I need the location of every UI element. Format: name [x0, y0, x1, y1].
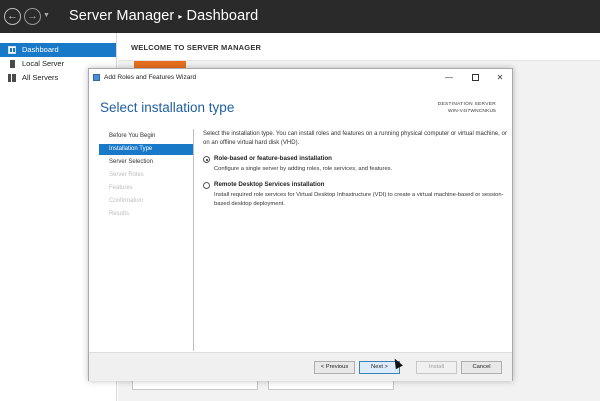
option-description: Install required role services for Virtu…: [214, 192, 504, 207]
wizard-heading: Select installation type: [100, 100, 235, 115]
history-dropdown-icon[interactable]: ▼: [43, 12, 50, 19]
breadcrumb-separator: ▸: [178, 12, 183, 21]
option-label[interactable]: Role-based or feature-based installation: [214, 155, 332, 162]
close-icon[interactable]: ✕: [493, 72, 507, 84]
cancel-button[interactable]: Cancel: [461, 361, 502, 374]
step-installation-type[interactable]: Installation Type: [99, 144, 193, 155]
destination-server-name: WIN-V4I7WNCNKU5: [447, 109, 496, 114]
sidebar-item-label: All Servers: [22, 73, 59, 82]
add-roles-wizard-dialog: Add Roles and Features Wizard — ✕ Select…: [88, 68, 513, 381]
sidebar-item-dashboard[interactable]: Dashboard: [0, 43, 116, 57]
back-arrow-icon[interactable]: ←: [4, 8, 21, 25]
forward-arrow-icon[interactable]: →: [24, 8, 41, 25]
option-label[interactable]: Remote Desktop Services installation: [214, 181, 324, 188]
previous-button[interactable]: < Previous: [314, 361, 355, 374]
maximize-icon[interactable]: [468, 72, 482, 84]
option-description: Configure a single server by adding role…: [214, 166, 393, 172]
servers-icon: [8, 74, 16, 82]
step-before-you-begin[interactable]: Before You Begin: [99, 131, 193, 142]
dialog-title: Add Roles and Features Wizard: [104, 74, 197, 81]
welcome-title: WELCOME TO SERVER MANAGER: [131, 43, 262, 52]
page-title: Dashboard: [186, 8, 259, 24]
dialog-title-bar[interactable]: Add Roles and Features Wizard — ✕: [89, 69, 512, 87]
dialog-footer: < Previous Next > Install Cancel: [89, 352, 512, 381]
step-results: Results: [109, 211, 130, 217]
wizard-icon: [93, 74, 100, 81]
welcome-header: WELCOME TO SERVER MANAGER: [118, 33, 600, 61]
server-icon: [10, 60, 15, 68]
page-description: Select the installation type. You can in…: [203, 131, 507, 146]
minimize-icon[interactable]: —: [442, 72, 456, 84]
role-based-radio[interactable]: [203, 156, 210, 163]
sidebar-item-label: Dashboard: [22, 45, 59, 54]
step-features: Features: [109, 185, 133, 191]
title-bar: ← → ▼ Server Manager ▸ Dashboard: [0, 0, 600, 33]
steps-divider: [193, 129, 194, 351]
step-server-roles: Server Roles: [109, 172, 144, 178]
breadcrumb: Server Manager ▸ Dashboard: [69, 8, 258, 24]
install-button: Install: [416, 361, 457, 374]
app-title: Server Manager: [69, 8, 175, 24]
destination-server-label: DESTINATION SERVER: [437, 102, 496, 107]
step-server-selection[interactable]: Server Selection: [99, 157, 193, 168]
dashboard-icon: [8, 46, 16, 54]
sidebar-item-label: Local Server: [22, 59, 65, 68]
step-confirmation: Confirmation: [109, 198, 144, 204]
remote-desktop-radio[interactable]: [203, 182, 210, 189]
